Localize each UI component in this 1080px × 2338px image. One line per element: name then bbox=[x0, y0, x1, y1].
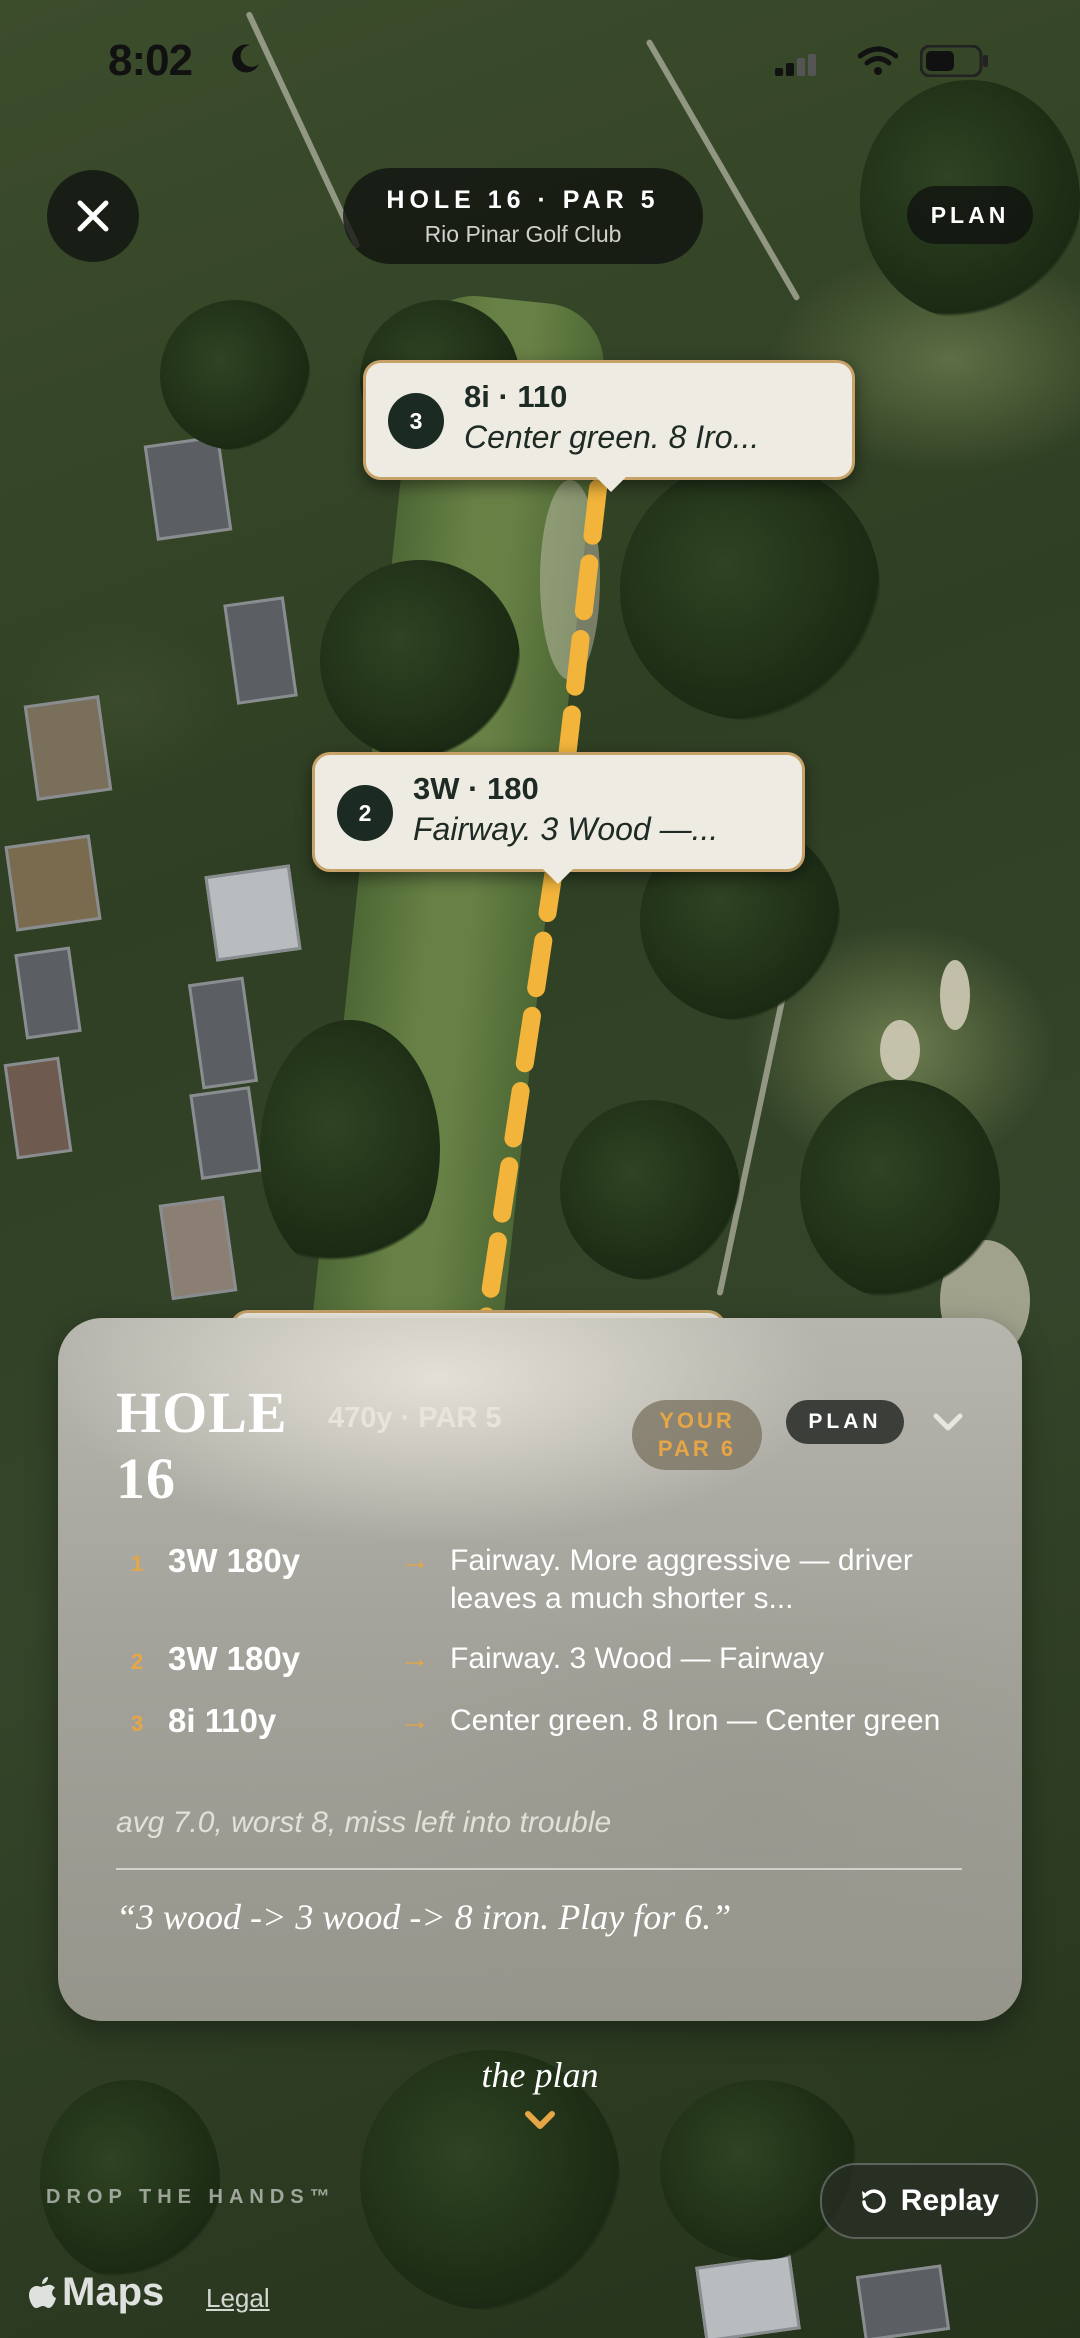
shot-club-distance: 3W · 180 bbox=[413, 771, 539, 806]
wifi-icon bbox=[858, 46, 898, 75]
close-button[interactable] bbox=[47, 170, 139, 262]
house bbox=[14, 946, 82, 1040]
shot-index: 2 bbox=[131, 1649, 144, 1674]
arrow-right-icon: → bbox=[400, 1544, 430, 1577]
shot-club: 8i 110y bbox=[168, 1702, 277, 1739]
apple-logo-icon bbox=[29, 2276, 56, 2308]
shot-club: 3W 180y bbox=[168, 1542, 301, 1579]
card-plan-button[interactable]: PLAN bbox=[786, 1400, 904, 1444]
house bbox=[143, 435, 233, 541]
course-name: Rio Pinar Golf Club bbox=[424, 221, 622, 247]
house bbox=[23, 695, 113, 801]
status-time: 8:02 bbox=[108, 36, 193, 85]
maps-label: Maps bbox=[62, 2270, 165, 2314]
shot-index: 1 bbox=[131, 1551, 144, 1576]
bunker bbox=[540, 480, 600, 680]
shot-callout-3[interactable]: 3 8i · 110 Center green. 8 Iro... bbox=[363, 360, 855, 492]
arrow-right-icon: → bbox=[400, 1704, 430, 1737]
card-hole-title: HOLE 16 bbox=[116, 1380, 288, 1511]
plan-quote: “3 wood -> 3 wood -> 8 iron. Play for 6.… bbox=[116, 1897, 732, 1937]
divider bbox=[116, 1868, 962, 1870]
bunker bbox=[940, 960, 970, 1030]
tree-cluster bbox=[160, 300, 310, 450]
house bbox=[695, 2253, 801, 2338]
battery-icon bbox=[920, 45, 988, 77]
plan-button[interactable]: PLAN bbox=[907, 186, 1033, 244]
bunker bbox=[880, 1020, 920, 1080]
tree-cluster bbox=[800, 1080, 1000, 1300]
replay-icon bbox=[861, 2189, 886, 2213]
arrow-right-icon: → bbox=[400, 1642, 430, 1675]
status-bar: 8:02 bbox=[0, 30, 1080, 100]
shot-target: Fairway. More aggressive — driver leaves… bbox=[450, 1544, 913, 1615]
tree-cluster bbox=[660, 2080, 860, 2260]
close-icon bbox=[77, 200, 109, 232]
shot-number-badge: 3 bbox=[388, 393, 444, 449]
hole-header: HOLE 16 · PAR 5 Rio Pinar Golf Club bbox=[343, 168, 703, 264]
shot-club: 3W 180y bbox=[168, 1640, 301, 1677]
shot-target: Fairway. 3 Wood — Fairway bbox=[450, 1642, 824, 1675]
house bbox=[158, 1195, 238, 1301]
house bbox=[3, 1056, 73, 1160]
tree-cluster bbox=[560, 1100, 740, 1280]
your-par-badge: YOUR PAR 6 bbox=[632, 1400, 762, 1470]
shot-number-badge: 2 bbox=[337, 785, 393, 841]
shot-callout-2[interactable]: 2 3W · 180 Fairway. 3 Wood —... bbox=[312, 752, 805, 884]
chevron-down-icon[interactable] bbox=[522, 2106, 558, 2136]
tree-cluster bbox=[40, 2080, 220, 2280]
legal-link[interactable]: Legal bbox=[206, 2283, 270, 2314]
plan-card: HOLE 16 470y · PAR 5 YOUR PAR 6 PLAN 1 3… bbox=[58, 1318, 1022, 2021]
house bbox=[204, 864, 302, 962]
replay-label: Replay bbox=[900, 2184, 1000, 2217]
shot-target: Center green. 8 Iron — Center green bbox=[450, 1704, 941, 1737]
house bbox=[223, 596, 298, 705]
your-par-line1: YOUR bbox=[659, 1408, 735, 1433]
signal-icon bbox=[775, 54, 816, 76]
the-plan-label[interactable]: the plan bbox=[0, 2054, 1080, 2096]
house bbox=[189, 1086, 262, 1180]
your-par-line2: PAR 6 bbox=[657, 1436, 737, 1461]
house bbox=[187, 976, 259, 1090]
tree-cluster bbox=[620, 460, 880, 720]
shot-index: 3 bbox=[131, 1711, 144, 1736]
hole-header-title: HOLE 16 · PAR 5 bbox=[386, 186, 660, 214]
shot-description: Center green. 8 Iro... bbox=[464, 419, 760, 455]
shot-description: Fairway. 3 Wood —... bbox=[413, 811, 719, 847]
shot-club-distance: 8i · 110 bbox=[464, 379, 568, 414]
replay-button[interactable]: Replay bbox=[820, 2163, 1038, 2239]
tree-cluster bbox=[260, 1020, 440, 1280]
score-stats: avg 7.0, worst 8, miss left into trouble bbox=[116, 1806, 612, 1839]
moon-icon bbox=[232, 44, 259, 73]
tree-cluster bbox=[320, 560, 520, 760]
apple-maps-logo: Maps bbox=[28, 2270, 164, 2315]
house bbox=[855, 2264, 951, 2338]
brand-wordmark: DROP THE HANDS™ bbox=[46, 2186, 336, 2208]
chevron-down-icon[interactable] bbox=[930, 1404, 966, 1440]
house bbox=[4, 834, 102, 932]
hole-yardage-par: 470y · PAR 5 bbox=[328, 1402, 502, 1434]
